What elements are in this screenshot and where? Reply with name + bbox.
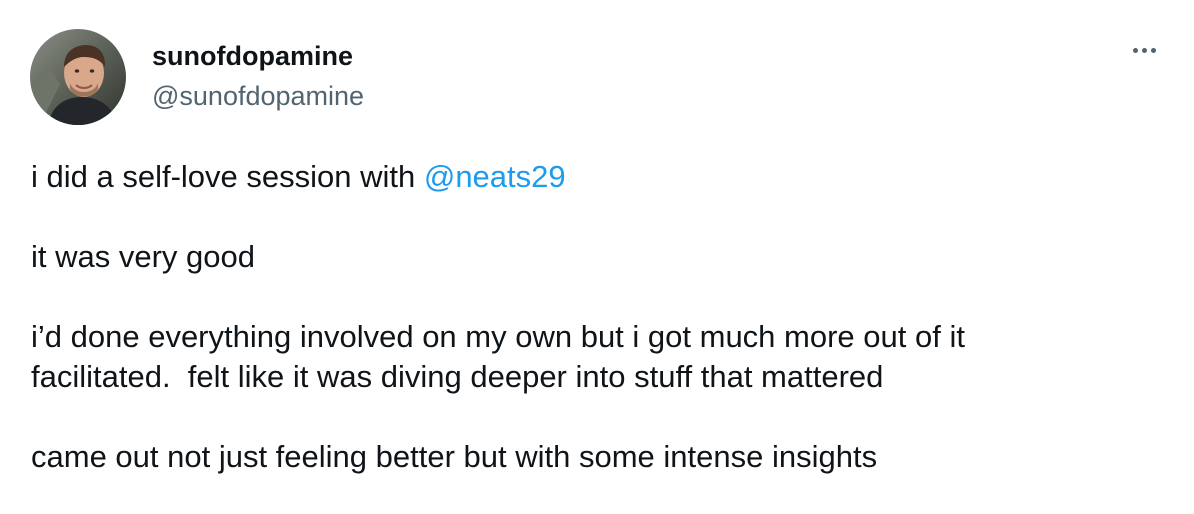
author-handle[interactable]: @sunofdopamine [152,80,364,112]
tweet-paragraph-3: i’d done everything involved on my own b… [31,317,1151,397]
author-display-name[interactable]: sunofdopamine [152,40,353,72]
tweet-paragraph-3-line-2: facilitated. felt like it was diving dee… [31,359,884,394]
avatar[interactable] [30,29,126,125]
mention-link[interactable]: @neats29 [424,159,566,194]
more-horizontal-icon [1132,47,1138,53]
tweet-text: i did a self-love session with @neats29 … [31,157,1151,477]
avatar-image [30,29,126,125]
tweet-paragraph-4: came out not just feeling better but wit… [31,439,878,474]
more-options-button[interactable] [1124,38,1164,62]
more-horizontal-icon-dot-2 [1141,47,1147,53]
tweet-paragraph-1-text: i did a self-love session with [31,159,424,194]
tweet-paragraph-3-line-1: i’d done everything involved on my own b… [31,319,965,354]
more-horizontal-icon-dot-3 [1150,47,1156,53]
tweet-paragraph-2: it was very good [31,239,255,274]
tweet-card: sunofdopamine @sunofdopamine i did a sel… [0,0,1194,514]
tweet-paragraph-1: i did a self-love session with @neats29 [31,157,1151,197]
